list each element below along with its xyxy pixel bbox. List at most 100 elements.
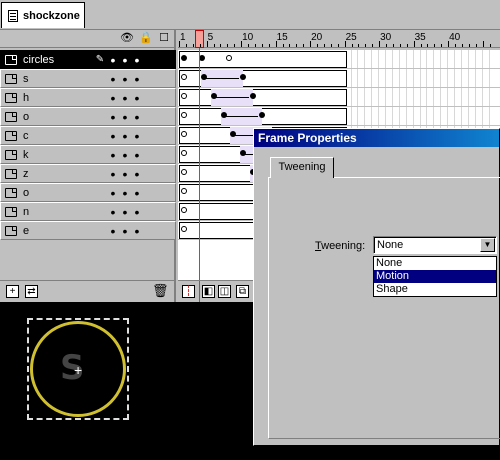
layer-row[interactable]: z • • • xyxy=(0,164,176,183)
outline-toggle[interactable]: • xyxy=(131,186,143,200)
layer-row[interactable]: h • • • xyxy=(0,88,176,107)
layer-row[interactable]: n • • • xyxy=(0,202,176,221)
frame-row[interactable] xyxy=(178,107,500,126)
lock-toggle[interactable]: • xyxy=(119,53,131,67)
layer-row[interactable]: k • • • xyxy=(0,145,176,164)
ruler-label: 30 xyxy=(380,32,392,43)
layer-name[interactable]: c xyxy=(23,130,93,142)
lock-toggle[interactable]: • xyxy=(119,110,131,124)
visible-toggle[interactable]: • xyxy=(107,167,119,181)
lock-toggle[interactable]: • xyxy=(119,72,131,86)
keyframe[interactable] xyxy=(181,131,187,137)
outline-toggle[interactable]: • xyxy=(131,110,143,124)
tweening-option[interactable]: Motion xyxy=(374,270,496,283)
ruler-label: 25 xyxy=(345,32,357,43)
tweening-label: Tweening: xyxy=(315,240,366,252)
frame-ruler[interactable]: 1 5 10 15 20 25 30 35 40 xyxy=(178,30,500,48)
tween-arrow xyxy=(224,116,259,117)
ruler-tick xyxy=(413,41,415,47)
visible-toggle[interactable]: • xyxy=(107,91,119,105)
scene-icon xyxy=(8,9,18,22)
layer-row[interactable]: c • • • xyxy=(0,126,176,145)
visible-toggle[interactable]: • xyxy=(107,186,119,200)
layer-name[interactable]: o xyxy=(23,111,93,123)
layer-row[interactable]: s • • • xyxy=(0,69,176,88)
keyframe[interactable] xyxy=(220,112,227,118)
keyframe[interactable] xyxy=(181,169,187,175)
layer-name[interactable]: e xyxy=(23,225,93,237)
frame-row[interactable] xyxy=(178,88,500,107)
outline-toggle[interactable]: • xyxy=(131,129,143,143)
keyframe[interactable] xyxy=(249,93,256,99)
outline-toggle[interactable]: • xyxy=(131,167,143,181)
keyframe[interactable] xyxy=(181,188,187,194)
lock-toggle[interactable]: • xyxy=(119,205,131,219)
ruler-tick xyxy=(289,44,291,47)
keyframe[interactable] xyxy=(181,150,187,156)
keyframe[interactable] xyxy=(181,207,187,213)
layer-name[interactable]: s xyxy=(23,73,93,85)
layer-row[interactable]: circles ✎ • • • xyxy=(0,50,176,69)
layer-row[interactable]: o • • • xyxy=(0,183,176,202)
tab-tweening[interactable]: Tweening xyxy=(270,157,334,178)
chevron-down-icon[interactable]: ▼ xyxy=(480,238,495,252)
visible-toggle[interactable]: • xyxy=(107,224,119,238)
onion-outline-icon[interactable]: ◫ xyxy=(218,285,231,298)
frame-row[interactable] xyxy=(178,50,500,69)
scene-tab[interactable]: shockzone xyxy=(1,2,85,28)
lock-toggle[interactable]: • xyxy=(119,91,131,105)
frame-span[interactable] xyxy=(179,89,347,106)
layer-name[interactable]: h xyxy=(23,92,93,104)
layer-name[interactable]: n xyxy=(23,206,93,218)
add-guide-icon[interactable]: ⇄ xyxy=(25,285,38,298)
layer-icon xyxy=(5,111,17,122)
outline-toggle[interactable]: • xyxy=(131,205,143,219)
keyframe[interactable] xyxy=(181,55,187,61)
edit-multiple-icon[interactable]: ⧉ xyxy=(236,285,249,298)
dialog-title: Frame Properties xyxy=(254,129,499,147)
lock-toggle[interactable]: • xyxy=(119,129,131,143)
outline-toggle[interactable]: • xyxy=(131,224,143,238)
layer-name[interactable]: o xyxy=(23,187,93,199)
onion-skin-icon[interactable]: ◧ xyxy=(202,285,215,298)
layer-row[interactable]: o • • • xyxy=(0,107,176,126)
keyframe[interactable] xyxy=(239,74,246,80)
lock-icon[interactable]: 🔒 xyxy=(139,32,153,45)
tweening-option[interactable]: None xyxy=(374,257,496,270)
frame-row[interactable] xyxy=(178,69,500,88)
layer-name[interactable]: k xyxy=(23,149,93,161)
visible-toggle[interactable]: • xyxy=(107,129,119,143)
visible-toggle[interactable]: • xyxy=(107,205,119,219)
trash-icon[interactable]: 🗑 xyxy=(152,284,169,298)
keyframe[interactable] xyxy=(181,226,187,232)
lock-toggle[interactable]: • xyxy=(119,148,131,162)
visible-toggle[interactable]: • xyxy=(107,53,119,67)
outline-icon[interactable]: ☐ xyxy=(157,32,171,45)
stage[interactable]: S + xyxy=(0,302,256,460)
eye-icon[interactable]: 👁 xyxy=(120,32,134,45)
center-frame-icon[interactable]: ┆ xyxy=(182,285,195,298)
visible-toggle[interactable]: • xyxy=(107,72,119,86)
outline-toggle[interactable]: • xyxy=(131,72,143,86)
lock-toggle[interactable]: • xyxy=(119,224,131,238)
keyframe[interactable] xyxy=(181,112,187,118)
layer-row[interactable]: e • • • xyxy=(0,221,176,240)
ruler-label: 40 xyxy=(449,32,461,43)
lock-toggle[interactable]: • xyxy=(119,186,131,200)
ruler-tick xyxy=(337,44,339,47)
keyframe[interactable] xyxy=(181,93,187,99)
keyframe[interactable] xyxy=(181,74,187,80)
outline-toggle[interactable]: • xyxy=(131,53,143,67)
outline-toggle[interactable]: • xyxy=(131,148,143,162)
tweening-option[interactable]: Shape xyxy=(374,283,496,296)
outline-toggle[interactable]: • xyxy=(131,91,143,105)
layer-name[interactable]: circles xyxy=(23,54,93,66)
layer-icon xyxy=(5,73,17,84)
lock-toggle[interactable]: • xyxy=(119,167,131,181)
add-layer-icon[interactable]: + xyxy=(6,285,19,298)
visible-toggle[interactable]: • xyxy=(107,148,119,162)
layer-name[interactable]: z xyxy=(23,168,93,180)
ruler-tick xyxy=(372,44,374,47)
visible-toggle[interactable]: • xyxy=(107,110,119,124)
tweening-select[interactable]: None ▼ xyxy=(373,236,497,254)
